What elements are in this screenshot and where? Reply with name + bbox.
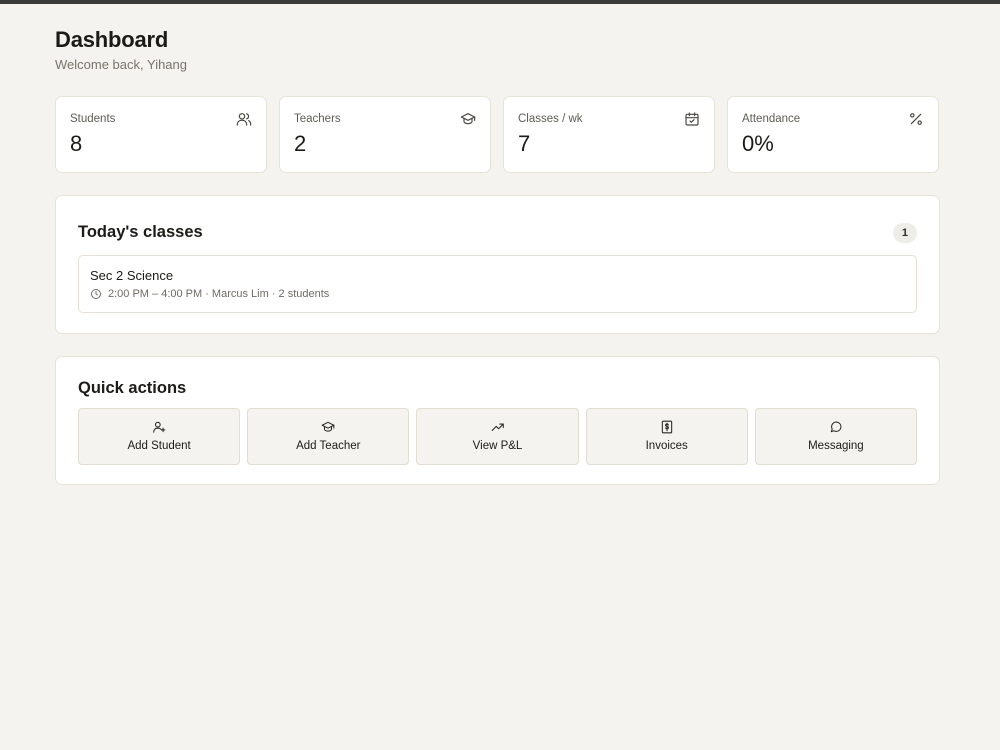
stat-label: Classes / wk [518, 113, 583, 125]
stat-label: Attendance [742, 113, 801, 125]
stat-value: 7 [518, 131, 531, 156]
card-title: Quick actions [78, 379, 187, 397]
user-plus-icon [152, 420, 166, 434]
users-icon [236, 111, 252, 127]
page-title: Dashboard [55, 27, 169, 52]
receipt-dollar-icon [660, 420, 674, 434]
class-list-item[interactable]: Sec 2 Science 2:00 PM – 4:00 PM · Marcus… [78, 255, 917, 313]
todays-classes-card: Today's classes 1 Sec 2 Science 2:00 PM … [55, 195, 940, 334]
messaging-button[interactable]: Messaging [754, 408, 918, 465]
class-meta: 2:00 PM – 4:00 PM · Marcus Lim · 2 stude… [90, 287, 905, 301]
top-bar [0, 0, 1000, 4]
graduation-cap-icon [321, 420, 335, 434]
page-subtitle: Welcome back, Yihang [55, 57, 187, 72]
message-circle-icon [829, 420, 843, 434]
quick-actions-row: Add Student Add Teacher View P&L Invoice… [78, 408, 918, 465]
quick-actions-card: Quick actions Add Student Add Teacher Vi… [55, 356, 940, 485]
trending-up-icon [491, 420, 505, 434]
action-label: Add Student [127, 440, 191, 452]
calendar-check-icon [684, 111, 700, 127]
action-label: Add Teacher [296, 440, 361, 452]
stat-value: 8 [70, 131, 83, 156]
stat-label: Teachers [294, 113, 341, 125]
count-badge: 1 [892, 223, 917, 243]
invoices-button[interactable]: Invoices [585, 408, 748, 465]
percent-icon [908, 111, 924, 127]
stat-card-students: Students 8 [55, 96, 267, 173]
dashboard-page: Dashboard Welcome back, Yihang Students … [55, 28, 940, 485]
stat-card-classes: Classes / wk 7 [503, 96, 715, 173]
clock-icon [90, 288, 102, 300]
stat-card-teachers: Teachers 2 [279, 96, 491, 173]
class-meta-text: 2:00 PM – 4:00 PM · Marcus Lim · 2 stude… [108, 288, 330, 300]
stat-card-attendance: Attendance 0% [727, 96, 939, 173]
add-teacher-button[interactable]: Add Teacher [247, 408, 410, 465]
stat-label: Students [70, 113, 116, 125]
graduation-cap-icon [460, 111, 476, 127]
stat-value: 2 [294, 131, 307, 156]
stats-row: Students 8 Teachers 2 Classes / wk 7 Att… [55, 96, 940, 173]
add-student-button[interactable]: Add Student [78, 408, 241, 465]
view-pl-button[interactable]: View P&L [416, 408, 579, 465]
card-title: Today's classes [78, 222, 203, 241]
action-label: View P&L [472, 440, 523, 452]
action-label: Messaging [808, 440, 864, 452]
action-label: Invoices [645, 440, 688, 452]
class-name: Sec 2 Science [90, 268, 174, 283]
card-header: Today's classes 1 [78, 220, 917, 243]
stat-value: 0% [742, 131, 774, 156]
